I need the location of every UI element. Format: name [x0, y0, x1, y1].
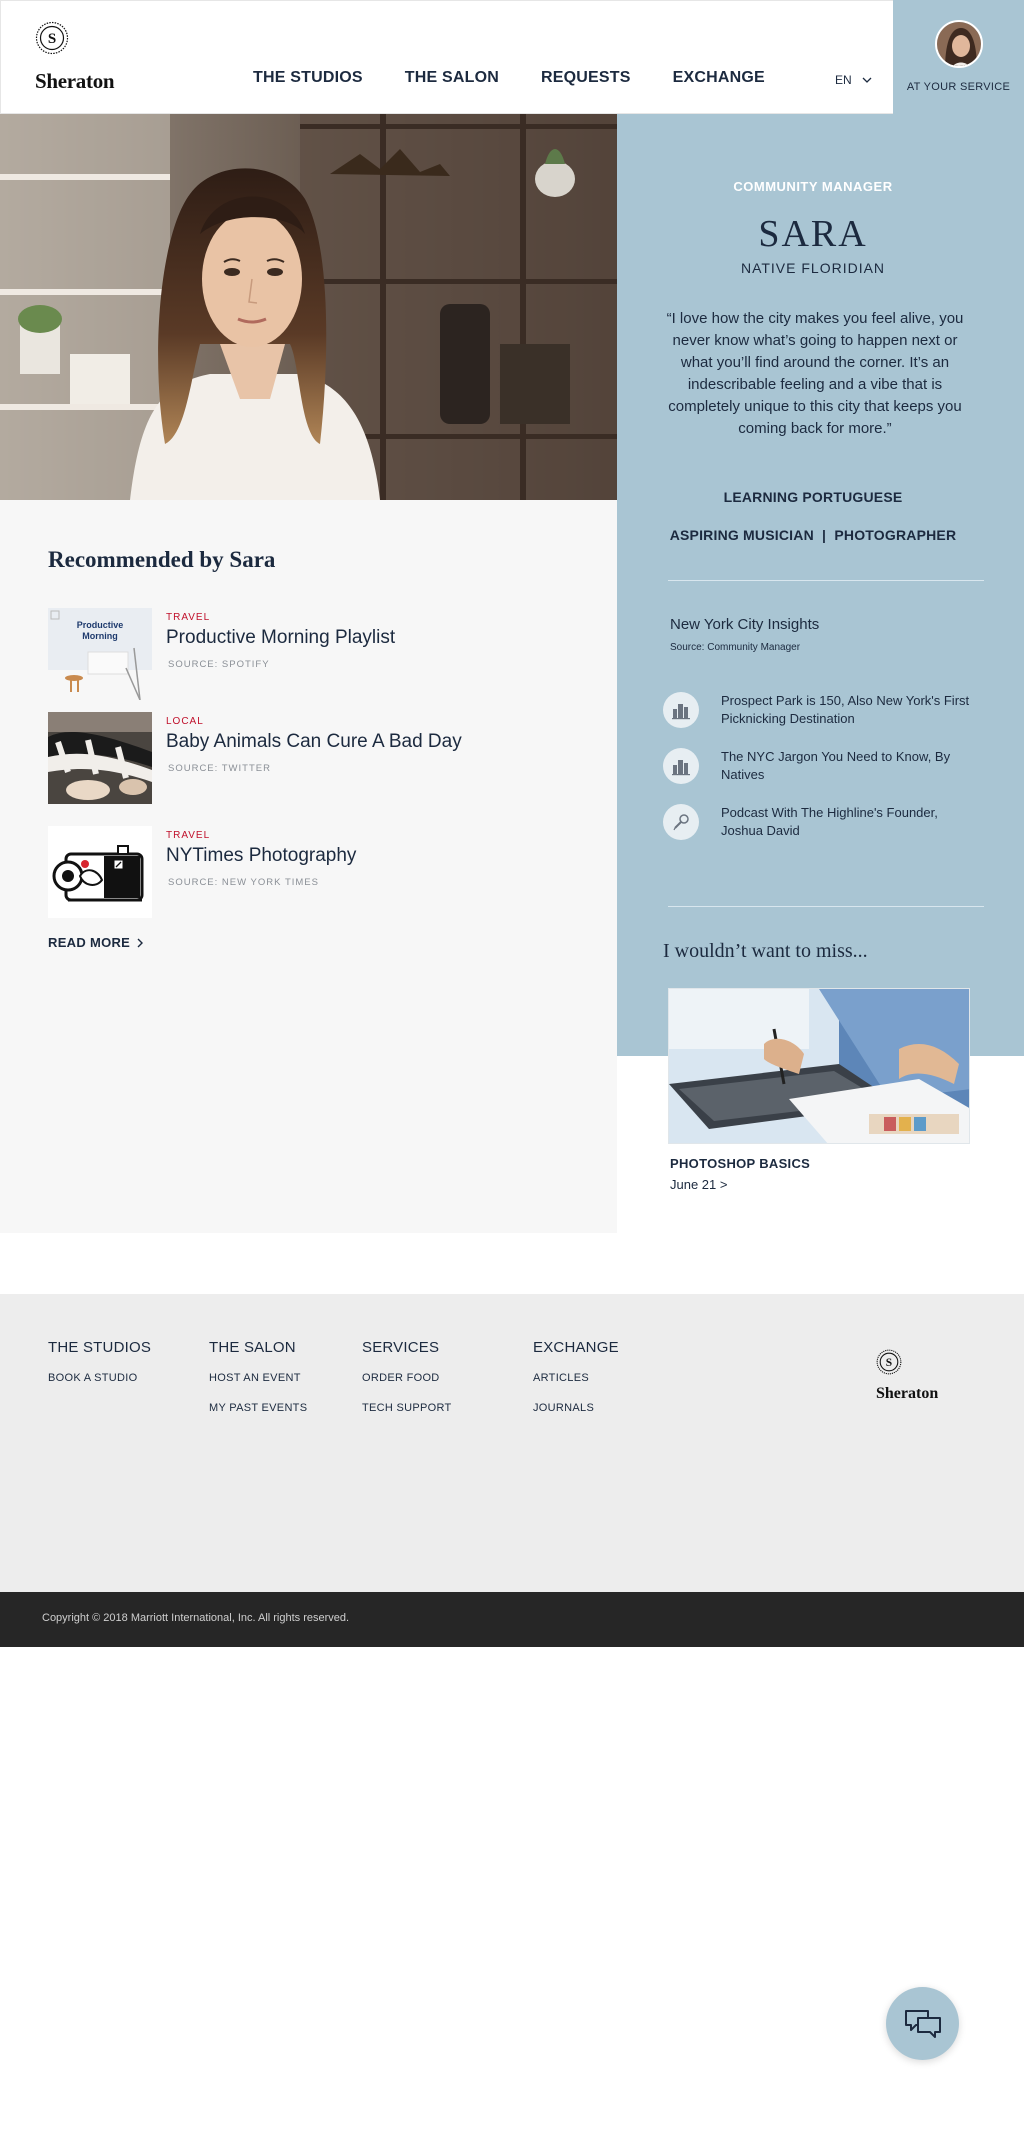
- camera-thumbnail: [48, 826, 152, 918]
- svg-text:Morning: Morning: [82, 631, 118, 641]
- insight-text: Prospect Park is 150, Also New York's Fi…: [721, 693, 970, 726]
- insight-item[interactable]: Podcast With The Highline's Founder, Jos…: [663, 804, 983, 844]
- sheraton-wordmark: Sheraton: [35, 69, 115, 93]
- footer-link-order-food[interactable]: ORDER FOOD: [362, 1372, 452, 1384]
- footer-link-journals[interactable]: JOURNALS: [533, 1402, 619, 1414]
- main-nav: THE STUDIOS THE SALON REQUESTS EXCHANGE: [253, 69, 765, 87]
- recommendation-item[interactable]: LOCAL Baby Animals Can Cure A Bad Day SO…: [48, 712, 588, 806]
- nav-item-exchange[interactable]: EXCHANGE: [673, 69, 765, 87]
- svg-text:S: S: [886, 1357, 892, 1369]
- nav-item-the-salon[interactable]: THE SALON: [405, 69, 499, 87]
- recommendation-item[interactable]: Productive Morning TRAVEL Productive Mor…: [48, 608, 588, 702]
- profile-name: SARA: [758, 213, 868, 255]
- microphone-icon: [663, 804, 699, 840]
- footer-heading[interactable]: THE STUDIOS: [48, 1339, 151, 1356]
- svg-text:Productive: Productive: [77, 620, 124, 630]
- playlist-thumbnail: Productive Morning: [48, 608, 152, 700]
- at-your-service-label: AT YOUR SERVICE: [906, 81, 1011, 93]
- footer-column-studios: THE STUDIOS BOOK A STUDIO: [48, 1339, 151, 1402]
- insight-item[interactable]: Prospect Park is 150, Also New York's Fi…: [663, 692, 983, 732]
- insights-title: New York City Insights: [670, 616, 820, 633]
- footer-link-book-a-studio[interactable]: BOOK A STUDIO: [48, 1372, 151, 1384]
- sheraton-seal-icon: S: [876, 1349, 902, 1375]
- wouldnt-miss-title: I wouldn’t want to miss...: [663, 940, 868, 962]
- event-date-link[interactable]: June 21 >: [670, 1177, 727, 1192]
- chat-bubbles-icon: [904, 2009, 941, 2038]
- site-header: S Sheraton THE STUDIOS THE SALON REQUEST…: [0, 0, 1024, 114]
- footer-heading[interactable]: THE SALON: [209, 1339, 307, 1356]
- avatar[interactable]: [935, 20, 983, 68]
- language-label: EN: [835, 73, 852, 87]
- recommendation-title[interactable]: Productive Morning Playlist: [166, 627, 395, 649]
- event-title[interactable]: PHOTOSHOP BASICS: [670, 1156, 810, 1171]
- panel-divider: [668, 580, 984, 581]
- footer-sheraton-logo[interactable]: S Sheraton: [876, 1349, 976, 1409]
- language-selector[interactable]: EN: [835, 73, 872, 87]
- footer-link-articles[interactable]: ARTICLES: [533, 1372, 619, 1384]
- profile-quote: “I love how the city makes you feel aliv…: [666, 310, 964, 437]
- footer-link-my-past-events[interactable]: MY PAST EVENTS: [209, 1402, 307, 1414]
- read-more-label: READ MORE: [48, 935, 131, 950]
- event-image[interactable]: [668, 988, 970, 1144]
- hero-portrait-image: [0, 114, 617, 500]
- recommendation-title[interactable]: NYTimes Photography: [166, 845, 356, 867]
- svg-text:S: S: [48, 31, 56, 47]
- at-your-service-panel[interactable]: AT YOUR SERVICE: [893, 0, 1024, 114]
- recommendations-section: Recommended by Sara Productive Morning T…: [0, 500, 617, 1233]
- recommendation-category: LOCAL: [166, 716, 204, 727]
- footer-column-salon: THE SALON HOST AN EVENT MY PAST EVENTS: [209, 1339, 307, 1432]
- copyright-text: Copyright © 2018 Marriott International,…: [42, 1612, 350, 1624]
- recommendation-title[interactable]: Baby Animals Can Cure A Bad Day: [166, 731, 462, 753]
- sheraton-logo[interactable]: S Sheraton: [35, 21, 155, 95]
- panel-divider: [668, 906, 984, 907]
- nav-item-the-studios[interactable]: THE STUDIOS: [253, 69, 363, 87]
- footer-column-exchange: EXCHANGE ARTICLES JOURNALS: [533, 1339, 619, 1432]
- profile-interest-secondary: ASPIRING MUSICIAN | PHOTOGRAPHER: [669, 527, 957, 543]
- profile-origin: NATIVE FLORIDIAN: [740, 260, 886, 276]
- recommendation-item[interactable]: TRAVEL NYTimes Photography SOURCE: NEW Y…: [48, 826, 588, 920]
- profile-panel: COMMUNITY MANAGER SARA NATIVE FLORIDIAN …: [617, 114, 1024, 1056]
- footer-link-host-an-event[interactable]: HOST AN EVENT: [209, 1372, 307, 1384]
- insight-item[interactable]: The NYC Jargon You Need to Know, By Nati…: [663, 748, 983, 788]
- profile-interest-primary: LEARNING PORTUGUESE: [723, 489, 903, 505]
- recommendation-category: TRAVEL: [166, 830, 211, 841]
- sheraton-seal-icon: S: [35, 21, 69, 55]
- chevron-down-icon: [862, 77, 872, 83]
- insight-text: The NYC Jargon You Need to Know, By Nati…: [721, 749, 951, 782]
- city-icon: [663, 748, 699, 784]
- recommendation-source: SOURCE: NEW YORK TIMES: [168, 877, 319, 888]
- chat-button[interactable]: [886, 1987, 959, 2060]
- recommendation-category: TRAVEL: [166, 612, 211, 623]
- footer-link-tech-support[interactable]: TECH SUPPORT: [362, 1402, 452, 1414]
- footer-heading[interactable]: EXCHANGE: [533, 1339, 619, 1356]
- copyright-bar: Copyright © 2018 Marriott International,…: [0, 1592, 1024, 1647]
- footer-heading[interactable]: SERVICES: [362, 1339, 452, 1356]
- read-more-link[interactable]: READ MORE: [48, 935, 144, 950]
- animals-thumbnail: [48, 712, 152, 804]
- footer-column-services: SERVICES ORDER FOOD TECH SUPPORT: [362, 1339, 452, 1432]
- insight-text: Podcast With The Highline's Founder, Jos…: [721, 805, 938, 838]
- sheraton-wordmark: Sheraton: [876, 1385, 939, 1402]
- site-footer: THE STUDIOS BOOK A STUDIO THE SALON HOST…: [0, 1294, 1024, 1592]
- nav-item-requests[interactable]: REQUESTS: [541, 69, 631, 87]
- recommendation-source: SOURCE: TWITTER: [168, 763, 271, 774]
- insights-source: Source: Community Manager: [670, 642, 801, 653]
- recommendation-source: SOURCE: SPOTIFY: [168, 659, 270, 670]
- recommendations-title: Recommended by Sara: [48, 547, 276, 572]
- city-icon: [663, 692, 699, 728]
- chevron-right-icon: [137, 938, 144, 947]
- profile-role: COMMUNITY MANAGER: [733, 179, 893, 194]
